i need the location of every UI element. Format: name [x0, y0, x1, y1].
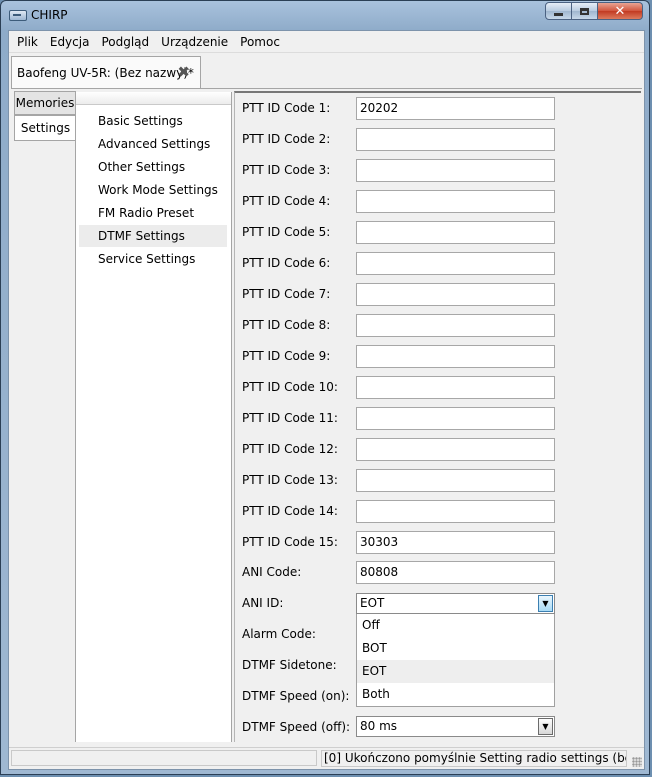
ptt-id-code-label: PTT ID Code 5:: [242, 225, 331, 239]
document-tab-label: Baofeng UV-5R: (Bez nazwy)*: [17, 65, 194, 80]
close-window-button[interactable]: ✕: [598, 2, 643, 20]
settings-nav-tree: Basic Settings Advanced Settings Other S…: [75, 92, 232, 742]
menu-plik[interactable]: Plik: [11, 31, 44, 53]
ptt-id-code-field[interactable]: [356, 128, 555, 151]
close-icon: ✕: [614, 3, 626, 19]
dtmf-speed-on-label: DTMF Speed (on):: [242, 689, 350, 703]
chevron-down-icon[interactable]: ▼: [538, 718, 553, 735]
menu-pomoc[interactable]: Pomoc: [234, 31, 286, 53]
dtmf-sidetone-label: DTMF Sidetone:: [242, 658, 337, 672]
ptt-id-code-label: PTT ID Code 4:: [242, 194, 331, 208]
ptt-id-code-field[interactable]: [356, 407, 555, 430]
ptt-id-code-label: PTT ID Code 6:: [242, 256, 331, 270]
alarm-code-label: Alarm Code:: [242, 627, 316, 641]
chirp-app-icon: [9, 10, 27, 21]
ani-id-option-off[interactable]: Off: [357, 614, 554, 637]
ptt-id-code-label: PTT ID Code 10:: [242, 380, 338, 394]
status-bar: [0] Ukończono pomyślnie Setting radio se…: [9, 747, 644, 769]
nav-item-basic-settings[interactable]: Basic Settings: [79, 110, 227, 132]
ani-code-label: ANI Code:: [242, 565, 302, 579]
maximize-button[interactable]: [572, 2, 598, 20]
resize-grip-icon[interactable]: [632, 757, 642, 767]
ptt-id-code-field[interactable]: [356, 314, 555, 337]
minimize-button[interactable]: [545, 2, 572, 20]
dtmf-settings-panel: PTT ID Code 1: 20202 PTT ID Code 2: PTT ID …: [234, 91, 641, 742]
ptt-id-code-label: PTT ID Code 15:: [242, 535, 338, 549]
ani-id-label: ANI ID:: [242, 596, 284, 610]
ptt-id-code-label: PTT ID Code 7:: [242, 287, 331, 301]
ani-id-option-eot[interactable]: EOT: [357, 660, 554, 683]
nav-tree-header: [76, 92, 231, 105]
ptt-id-code-field[interactable]: [356, 345, 555, 368]
ptt-id-code-label: PTT ID Code 14:: [242, 504, 338, 518]
menu-podglad[interactable]: Podgląd: [95, 31, 155, 53]
ptt-id-code-field[interactable]: [356, 500, 555, 523]
ptt-id-code-label: PTT ID Code 11:: [242, 411, 338, 425]
ani-id-value: EOT: [360, 596, 385, 610]
maximize-icon: [580, 7, 589, 15]
status-cell-empty: [11, 750, 317, 766]
ptt-id-code-field[interactable]: [356, 438, 555, 461]
ptt-id-code-field[interactable]: [356, 376, 555, 399]
ptt-id-code-field[interactable]: 20202: [356, 97, 555, 120]
ptt-id-code-field[interactable]: [356, 221, 555, 244]
ptt-id-code-label: PTT ID Code 12:: [242, 442, 338, 456]
client-area: Plik Edycja Podgląd Urządzenie Pomoc Bao…: [8, 30, 645, 770]
ptt-id-code-label: PTT ID Code 2:: [242, 132, 331, 146]
ptt-id-code-label: PTT ID Code 9:: [242, 349, 331, 363]
nav-item-service-settings[interactable]: Service Settings: [79, 248, 227, 270]
window-controls: ✕: [545, 2, 643, 20]
title-bar[interactable]: CHIRP ✕: [1, 1, 649, 29]
tab-settings[interactable]: Settings: [14, 115, 76, 141]
dtmf-speed-off-value: 80 ms: [360, 719, 398, 733]
ani-id-option-both[interactable]: Both: [357, 683, 554, 706]
nav-item-fm-radio-preset[interactable]: FM Radio Preset: [79, 202, 227, 224]
menu-edycja[interactable]: Edycja: [44, 31, 96, 53]
ani-id-select[interactable]: EOT ▼: [356, 593, 555, 614]
dtmf-speed-off-select[interactable]: 80 ms ▼: [356, 716, 555, 737]
editor-area: Memories Settings Basic Settings Advance…: [11, 88, 642, 748]
nav-item-advanced-settings[interactable]: Advanced Settings: [79, 133, 227, 155]
ptt-id-code-field[interactable]: [356, 283, 555, 306]
ptt-id-code-field[interactable]: [356, 469, 555, 492]
nav-item-dtmf-settings[interactable]: DTMF Settings: [79, 225, 227, 247]
close-tab-icon[interactable]: ✖: [177, 65, 190, 80]
nav-item-other-settings[interactable]: Other Settings: [79, 156, 227, 178]
nav-item-work-mode-settings[interactable]: Work Mode Settings: [79, 179, 227, 201]
minimize-icon: [554, 12, 563, 16]
chevron-down-icon[interactable]: ▼: [538, 595, 553, 612]
ptt-id-code-label: PTT ID Code 8:: [242, 318, 331, 332]
ptt-id-code-field[interactable]: [356, 190, 555, 213]
ptt-id-code-field[interactable]: [356, 159, 555, 182]
window-title: CHIRP: [31, 8, 68, 22]
tab-memories-label: Memories: [15, 96, 75, 110]
tab-settings-label: Settings: [20, 121, 71, 135]
ptt-id-code-label: PTT ID Code 3:: [242, 163, 331, 177]
ptt-id-code-field[interactable]: [356, 252, 555, 275]
menu-urzadzenie[interactable]: Urządzenie: [155, 31, 234, 53]
ani-code-field[interactable]: 80808: [356, 561, 555, 584]
ptt-id-code-field[interactable]: 30303: [356, 531, 555, 554]
app-window: CHIRP ✕ Plik Edycja Podgląd Urządzenie P…: [0, 0, 650, 775]
ani-id-dropdown-list: Off BOT EOT Both: [356, 614, 555, 707]
status-message: [0] Ukończono pomyślnie Setting radio se…: [321, 750, 627, 767]
tab-memories[interactable]: Memories: [14, 91, 76, 115]
dtmf-speed-off-label: DTMF Speed (off):: [242, 720, 351, 734]
ani-id-option-bot[interactable]: BOT: [357, 637, 554, 660]
ptt-id-code-label: PTT ID Code 13:: [242, 473, 338, 487]
menu-bar: Plik Edycja Podgląd Urządzenie Pomoc: [9, 31, 644, 53]
document-tab[interactable]: Baofeng UV-5R: (Bez nazwy)* ✖: [11, 56, 201, 88]
ptt-id-code-label: PTT ID Code 1:: [242, 101, 331, 115]
